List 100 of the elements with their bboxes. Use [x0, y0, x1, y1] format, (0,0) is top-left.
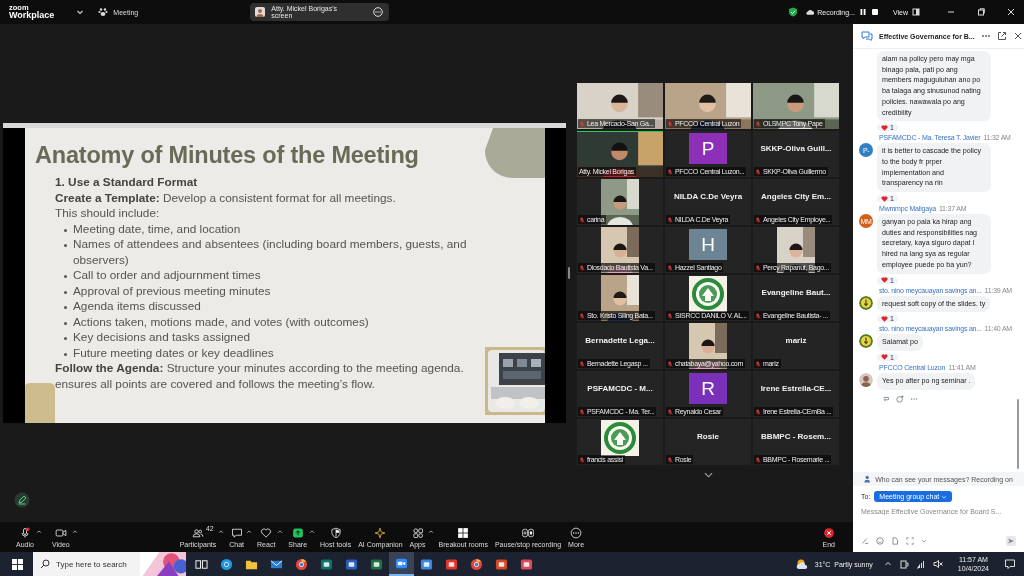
caret-icon[interactable]: [277, 528, 284, 535]
bullet-icon: [64, 352, 67, 356]
bullet-item: Future meeting dates or key deadlines: [73, 345, 274, 361]
close-icon[interactable]: [1006, 7, 1016, 17]
taskbar-button[interactable]: [389, 552, 414, 576]
pen-icon[interactable]: [14, 492, 30, 508]
cloud-icon: [806, 8, 815, 16]
caret-icon[interactable]: [427, 528, 434, 535]
heart-icon: [881, 354, 888, 361]
maximize-icon[interactable]: [976, 7, 986, 17]
network-icon[interactable]: [915, 559, 926, 569]
bullet-icon: [64, 228, 67, 232]
caret-icon[interactable]: [883, 560, 892, 568]
share-icon: [291, 526, 304, 539]
bullet-item: Call to order and adjournment times: [73, 268, 261, 284]
heart-icon: [881, 277, 888, 284]
browser-icon: [220, 557, 233, 571]
search-field[interactable]: Type here to search: [33, 552, 186, 576]
participant-name: NILDA C.De Veyra: [673, 192, 743, 201]
format-icon[interactable]: [861, 537, 869, 545]
word-icon: [345, 557, 358, 571]
stop-icon[interactable]: [870, 8, 879, 16]
bullet-item: Actions taken, motions made, and votes (with outcomes): [73, 314, 369, 330]
participant-name: mariz: [785, 336, 807, 345]
sparkle-icon: [374, 526, 387, 539]
pause-icon[interactable]: [858, 8, 867, 16]
zoom-icon: [395, 556, 408, 570]
add-reaction-icon[interactable]: [896, 394, 904, 403]
slide-heading: 1. Use a Standard Format: [55, 175, 199, 191]
excel-icon: [370, 557, 383, 571]
avatar-icon: [255, 7, 266, 17]
caret-icon[interactable]: [76, 8, 85, 16]
shield-icon: [329, 526, 342, 539]
bullet-item: Agenda items discussed: [73, 299, 201, 315]
browser-icon: [295, 557, 308, 571]
chevron-down-icon[interactable]: [703, 472, 713, 478]
bullet-item: Approval of previous meeting minutes: [73, 283, 271, 299]
decor-shape: [25, 383, 55, 423]
bullet-item: Meeting date, time, and location: [73, 221, 241, 237]
powerpoint-icon: [495, 557, 508, 571]
pop-out-icon[interactable]: [996, 31, 1007, 41]
participant-name: Bernadette Lega...: [585, 336, 655, 345]
muted-speaker-icon[interactable]: [932, 559, 943, 569]
chat-icon: [861, 30, 873, 42]
people-icon: [191, 526, 204, 539]
heart-icon: [881, 124, 888, 131]
participant-name: Evangeline Baut...: [761, 288, 831, 297]
bullet-icon: [64, 275, 67, 278]
shield-icon[interactable]: [788, 7, 799, 17]
participant-name: BBMPC - Rosem...: [761, 432, 831, 441]
bullet-icon: [64, 306, 67, 309]
bullet-icon: [64, 244, 67, 247]
app-icon: [445, 557, 458, 571]
slide-text: This should include:: [55, 206, 161, 222]
avatar-icon: [859, 372, 873, 387]
bullet-item: Names of attendees and absentees (including board members, guests, and observers): [73, 237, 468, 268]
participant-name: Rosie: [697, 432, 719, 441]
publisher-icon: [320, 557, 333, 571]
device-icon[interactable]: [898, 559, 909, 569]
browser-icon: [470, 557, 483, 571]
avatar-letter: H: [701, 233, 715, 256]
bullet-item: Key decisions and tasks assigned: [73, 330, 251, 346]
scrollbar[interactable]: [1017, 399, 1019, 469]
windows-start-icon[interactable]: [12, 558, 23, 570]
logo-icon: [859, 334, 873, 349]
reply-icon[interactable]: [882, 394, 890, 403]
slide-title: Anatomy of Minutes of the Meeting: [35, 142, 419, 169]
file-icon[interactable]: [891, 537, 899, 545]
participant-name: Irene Estrella-CE...: [760, 384, 832, 393]
bullet-icon: [64, 290, 67, 294]
apps-icon: [411, 526, 424, 539]
send-icon[interactable]: [1006, 536, 1016, 546]
camera-icon: [54, 526, 67, 539]
heart-icon: [881, 195, 888, 202]
decor-shape: [485, 128, 545, 178]
close-icon[interactable]: [1012, 31, 1023, 41]
caret-icon[interactable]: [246, 528, 253, 535]
participant-name: Angeles City Em...: [761, 192, 831, 201]
participant-name: SKKP-Oliva Guill...: [760, 144, 832, 153]
search-icon: [40, 559, 50, 569]
avatar-letter: R: [701, 377, 715, 400]
logo-icon: [859, 295, 873, 310]
caret-icon[interactable]: [218, 528, 225, 535]
caret-icon[interactable]: [309, 528, 316, 535]
mic-icon: [18, 526, 31, 539]
caret-icon[interactable]: [35, 528, 42, 535]
more-icon[interactable]: [373, 7, 384, 17]
caret-icon[interactable]: [71, 528, 78, 535]
mail-icon: [270, 557, 283, 571]
bullet-icon: [64, 321, 67, 325]
chat-icon: [230, 526, 243, 539]
pause-stop-icon: [522, 526, 534, 539]
grid-icon: [457, 526, 470, 539]
avatar-letter: P: [701, 137, 715, 160]
task-view-icon: [195, 557, 208, 571]
drag-handle[interactable]: [567, 267, 571, 279]
close-icon: [822, 526, 835, 539]
layout-icon: [912, 8, 920, 16]
notification-icon[interactable]: [1004, 558, 1016, 570]
weather-icon: [795, 558, 808, 570]
